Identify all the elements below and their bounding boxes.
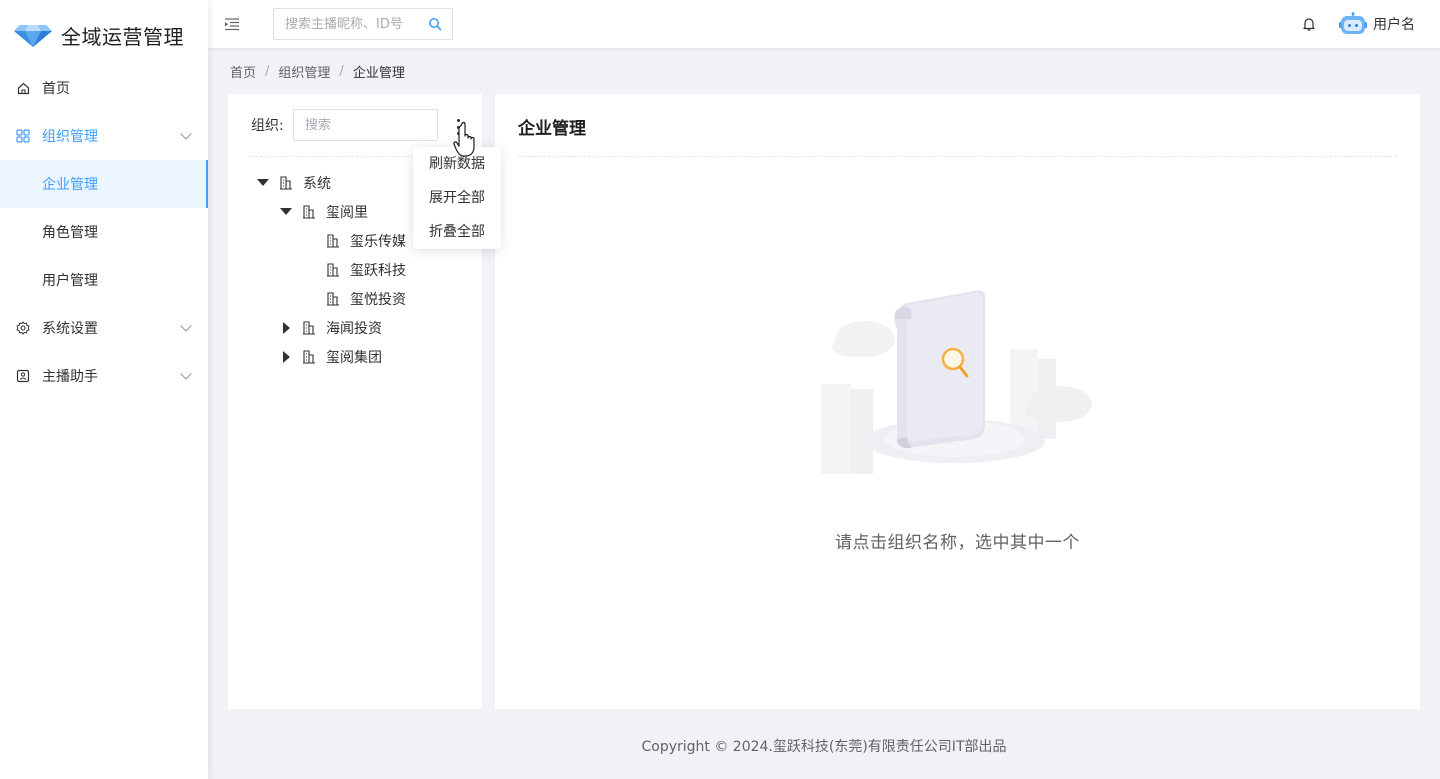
sidebar-item-home[interactable]: 首页 [0,64,208,112]
org-search-input[interactable] [293,109,438,141]
caret-right-icon[interactable] [280,321,292,334]
enterprise-detail-panel: 企业管理 请点击组织名称，选中其中一个 [495,94,1420,709]
breadcrumb-org[interactable]: 组织管理 [278,62,330,81]
caret-right-icon[interactable] [280,350,292,363]
caret-down-icon[interactable] [280,206,292,218]
breadcrumb-separator: / [339,64,344,79]
sidebar-item-enterprise[interactable]: 企业管理 [0,160,208,208]
building-icon [303,349,315,364]
tree-node-label: 玺乐传媒 [350,233,406,250]
sidebar-item-label: 系统设置 [42,321,98,337]
hand-cursor-icon [453,121,475,157]
diamond-logo-icon [14,25,52,47]
tree-node-label: 玺悦投资 [350,291,406,308]
app-title: 全域运营管理 [61,24,184,49]
home-icon [16,81,30,95]
search-icon[interactable] [428,17,442,31]
org-label: 组织: [251,118,284,134]
sidebar-item-settings[interactable]: 系统设置 [0,304,208,352]
building-icon [303,320,315,335]
building-icon [327,233,339,248]
building-icon [327,291,339,306]
sidebar: 全域运营管理 首页 组织管理 企业管理 角色管理 用户管理 系统设置 主播助手 [0,0,208,779]
building-icon [280,175,292,190]
footer-copyright: Copyright © 2024.玺跃科技(东莞)有限责任公司IT部出品 [641,739,1007,755]
chevron-down-icon [180,320,192,332]
tree-node-label: 玺跃科技 [350,262,406,279]
org-submenu: 企业管理 角色管理 用户管理 [0,160,208,304]
tree-node[interactable]: 玺悦投资 [228,284,482,313]
org-actions-dropdown: 刷新数据 展开全部 折叠全部 [413,147,501,249]
building-icon [327,262,339,277]
collapse-all-menu-item[interactable]: 折叠全部 [413,215,501,249]
sidebar-item-label: 企业管理 [42,177,98,193]
chevron-down-icon [180,368,192,380]
sidebar-item-org[interactable]: 组织管理 [0,112,208,160]
username[interactable]: 用户名 [1373,14,1415,34]
tree-node[interactable]: 玺跃科技 [228,255,482,284]
breadcrumb-separator: / [265,64,270,79]
sidebar-item-label: 角色管理 [42,225,98,241]
header-right: 用户名 [1301,12,1440,36]
logo[interactable]: 全域运营管理 [0,0,208,70]
tree-node-label: 系统 [303,175,331,192]
gear-icon [16,321,30,335]
breadcrumb-current: 企业管理 [352,66,405,81]
avatar[interactable] [1339,12,1367,36]
breadcrumb: 首页 / 组织管理 / 企业管理 [230,62,405,81]
assistant-icon [16,369,30,383]
tree-node[interactable]: 玺阅集团 [228,342,482,371]
empty-state-text: 请点击组织名称，选中其中一个 [835,533,1080,553]
sidebar-item-roles[interactable]: 角色管理 [0,208,208,256]
divider [518,156,1397,157]
empty-state-illustration [821,290,1092,474]
sidebar-item-users[interactable]: 用户管理 [0,256,208,304]
streamer-search-input[interactable] [285,16,428,32]
sidebar-item-label: 组织管理 [42,129,98,145]
chevron-down-icon [180,128,192,140]
tree-node-label: 玺阅集团 [326,349,382,366]
top-header: 用户名 [208,0,1440,48]
tree-node[interactable]: 海闻投资 [228,313,482,342]
tree-node-label: 玺阅里 [326,204,368,221]
streamer-search-box [273,8,453,40]
org-filter-row: 组织: [251,109,438,141]
bell-icon[interactable] [1301,16,1317,32]
grid-icon [16,129,30,143]
panel-title: 企业管理 [518,119,586,139]
sidebar-item-assistant[interactable]: 主播助手 [0,352,208,400]
building-icon [303,204,315,219]
sidebar-item-label: 首页 [42,81,70,97]
tree-node-label: 海闻投资 [326,320,382,337]
breadcrumb-home[interactable]: 首页 [230,62,256,81]
menu-fold-icon[interactable] [224,17,240,31]
caret-down-icon[interactable] [257,177,269,189]
sidebar-item-label: 主播助手 [42,369,98,385]
sidebar-item-label: 用户管理 [42,273,98,289]
expand-all-menu-item[interactable]: 展开全部 [413,181,501,215]
